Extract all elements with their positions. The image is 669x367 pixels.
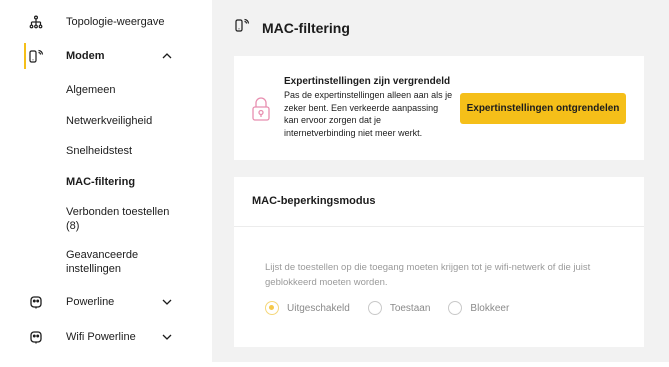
lock-icon <box>250 96 272 127</box>
radio-blokkeer[interactable]: Blokkeer <box>448 301 509 315</box>
sidebar-subitem-verbonden-toestellen[interactable]: Verbonden toestellen (8) <box>66 205 176 233</box>
sidebar: Topologie-weergave Modem Algemeen Netwer… <box>6 0 212 362</box>
mac-mode-radio-group: Uitgeschakeld Toestaan Blokkeer <box>265 301 527 315</box>
sidebar-item-label: Wifi Powerline <box>66 331 136 343</box>
sidebar-item-label: Modem <box>66 50 105 62</box>
radio-label: Uitgeschakeld <box>287 302 350 314</box>
radio-label: Blokkeer <box>470 302 510 314</box>
sidebar-subitem-snelheidstest[interactable]: Snelheidstest <box>66 144 196 158</box>
chevron-up-icon[interactable] <box>161 50 173 62</box>
mac-card-title: MAC-beperkingsmodus <box>252 195 376 207</box>
mac-restriction-card: MAC-beperkingsmodus Lijst de toestellen … <box>234 177 644 347</box>
sidebar-subitem-geavanceerde-instellingen[interactable]: Geavanceerde instellingen <box>66 248 176 276</box>
mac-card-description: Lijst de toestellen op die toegang moete… <box>265 262 591 288</box>
sidebar-subitem-algemeen[interactable]: Algemeen <box>66 83 196 97</box>
radio-uitgeschakeld[interactable]: Uitgeschakeld <box>265 301 350 315</box>
unlock-expert-settings-button[interactable]: Expertinstellingen ontgrendelen <box>460 93 626 124</box>
sidebar-subitem-netwerkveiligheid[interactable]: Netwerkveiligheid <box>66 114 196 128</box>
chevron-down-icon[interactable] <box>161 296 173 308</box>
chevron-down-icon[interactable] <box>161 331 173 343</box>
expert-lock-card: Expertinstellingen zijn vergrendeld Pas … <box>234 56 644 160</box>
modem-icon <box>234 17 250 38</box>
modem-icon <box>28 48 44 64</box>
powerline-icon <box>28 294 44 310</box>
sidebar-subitem-mac-filtering[interactable]: MAC-filtering <box>66 175 196 189</box>
radio-circle[interactable] <box>448 301 463 315</box>
radio-circle[interactable] <box>367 301 382 315</box>
wifi-powerline-icon <box>28 329 44 345</box>
radio-toestaan[interactable]: Toestaan <box>367 301 431 315</box>
main-content: MAC-filtering Expertinstellingen zijn ve… <box>212 0 669 362</box>
divider <box>234 226 644 227</box>
sidebar-item-topology[interactable]: Topologie-weergave <box>6 14 206 30</box>
sidebar-item-label: Powerline <box>66 296 115 308</box>
sidebar-item-wifi-powerline[interactable]: Wifi Powerline <box>6 329 206 345</box>
lock-card-title: Expertinstellingen zijn vergrendeld <box>284 76 451 87</box>
radio-label: Toestaan <box>389 302 431 314</box>
radio-circle-checked[interactable] <box>265 301 279 315</box>
topology-icon <box>28 14 44 30</box>
lock-card-description: Pas de expertinstellingen alleen aan als… <box>284 90 453 138</box>
page-title: MAC-filtering <box>234 17 350 38</box>
sidebar-item-modem[interactable]: Modem <box>6 48 206 64</box>
sidebar-item-powerline[interactable]: Powerline <box>6 294 206 310</box>
sidebar-item-label: Topologie-weergave <box>66 16 165 28</box>
page-title-text: MAC-filtering <box>262 19 350 36</box>
